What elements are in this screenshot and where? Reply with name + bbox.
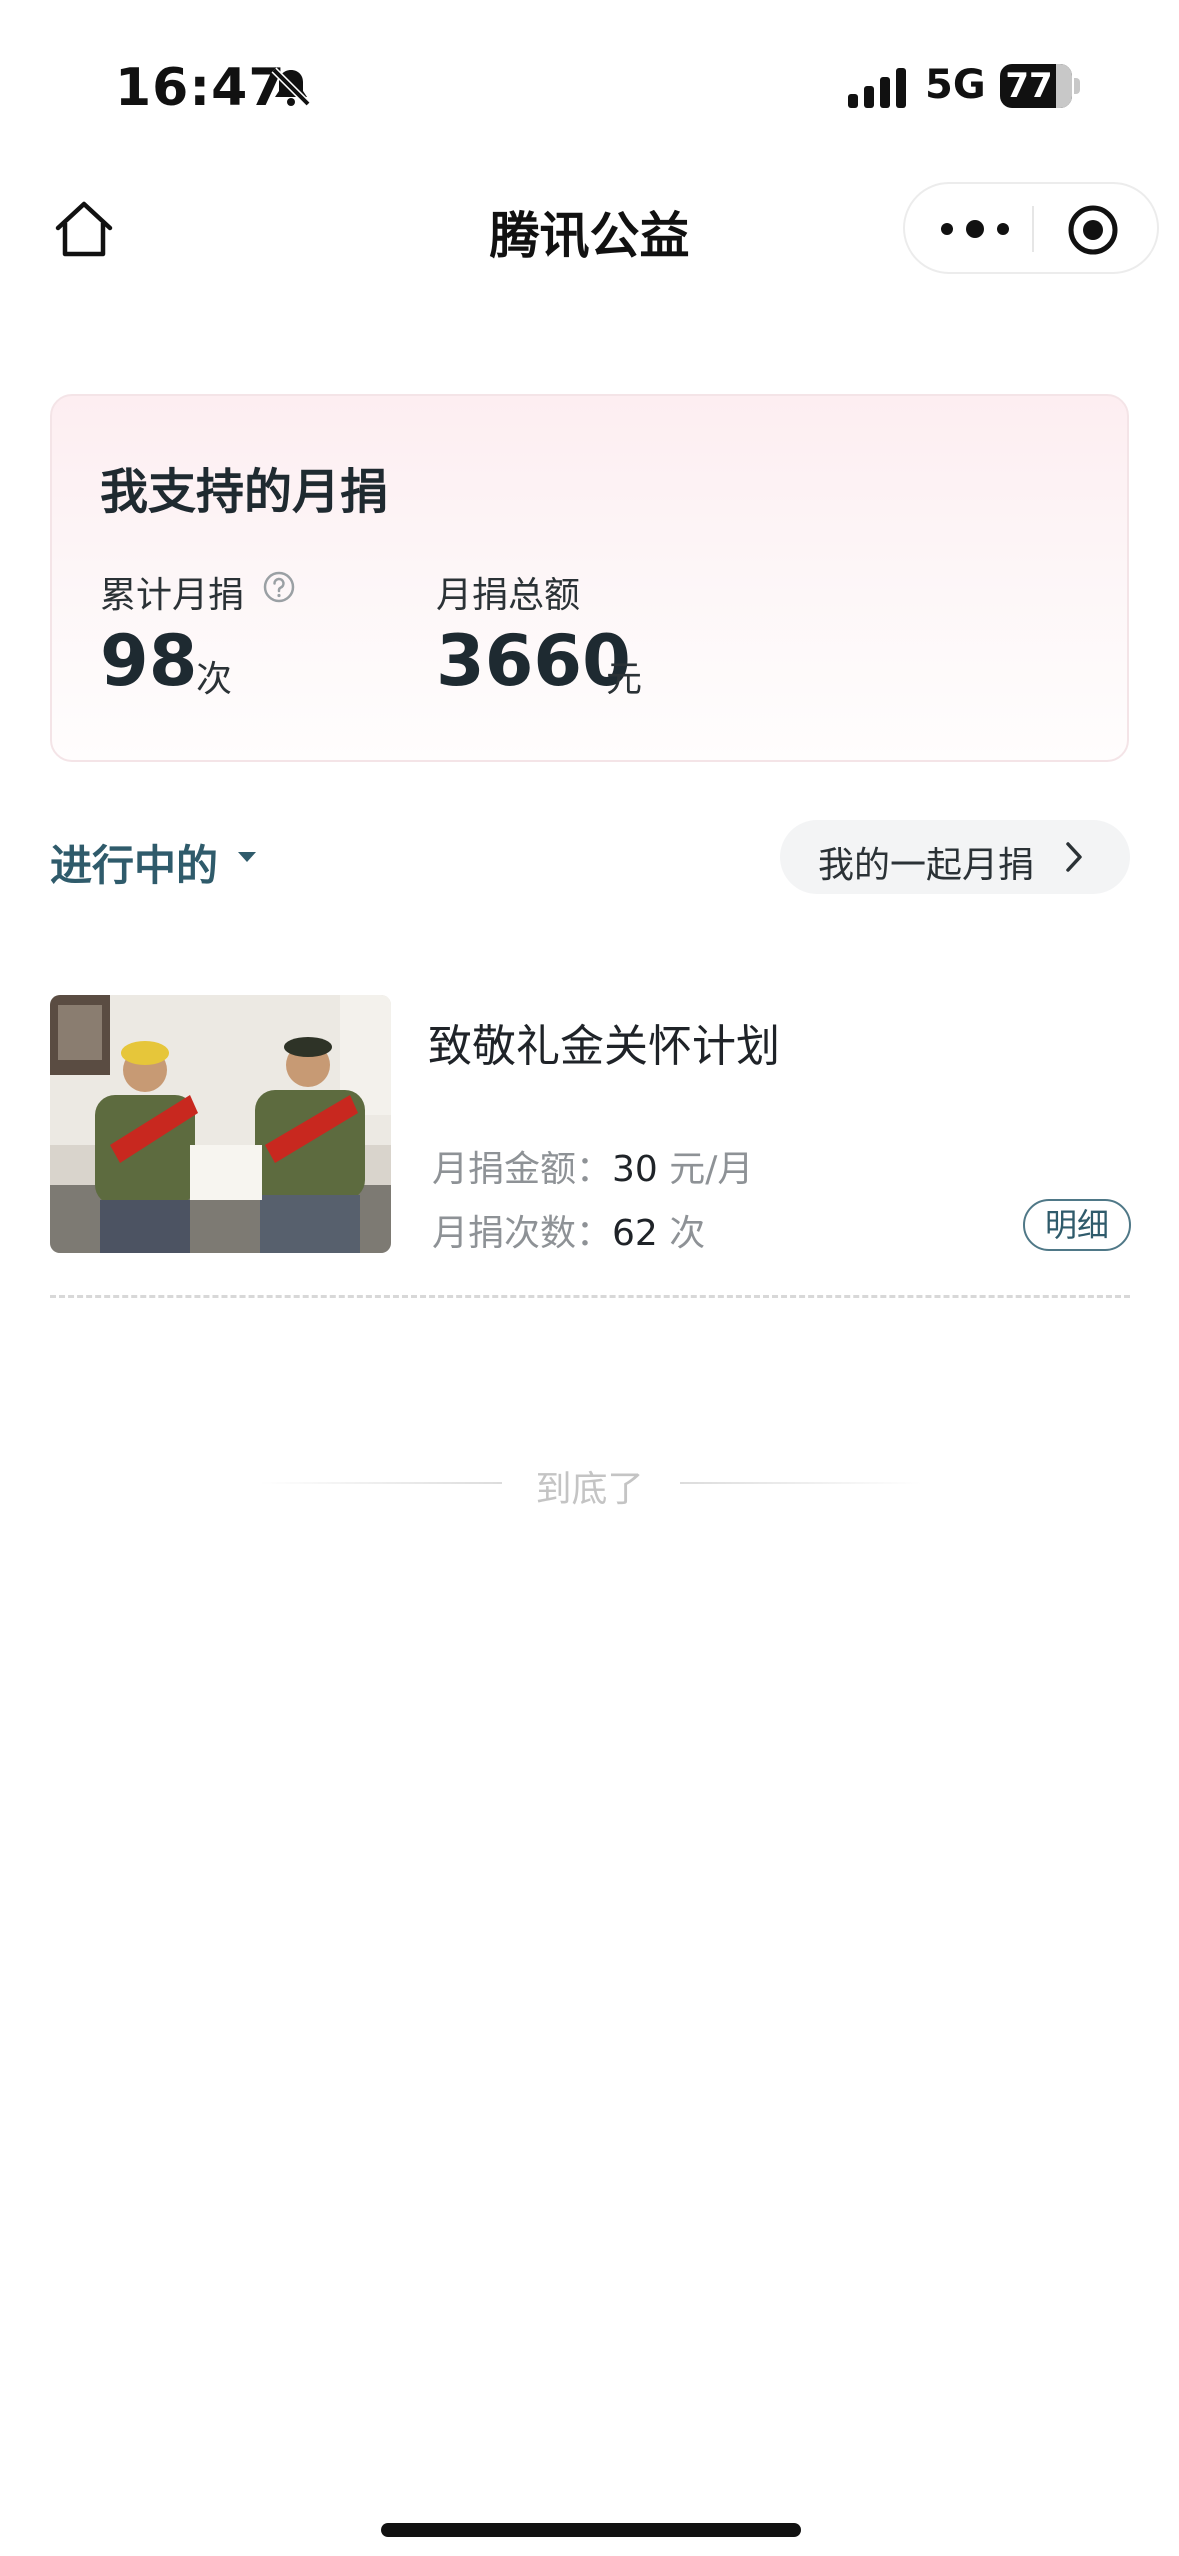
monthly-amount-label: 月捐金额： xyxy=(432,1149,613,1190)
bell-muted-icon xyxy=(271,67,311,107)
chevron-right-icon xyxy=(1066,842,1082,872)
status-filter-dropdown[interactable]: 进行中的 xyxy=(50,832,218,893)
item-divider xyxy=(50,1295,1130,1298)
monthly-amount-unit: 元/月 xyxy=(669,1149,754,1190)
project-thumbnail-image[interactable] xyxy=(50,995,391,1253)
monthly-count-unit: 次 xyxy=(669,1213,706,1254)
cumulative-label: 累计月捐 xyxy=(100,575,245,616)
cumulative-value: 98 xyxy=(100,620,198,702)
monthly-count-label: 月捐次数： xyxy=(432,1213,613,1254)
caret-down-icon xyxy=(238,852,256,862)
detail-button[interactable]: 明细 xyxy=(1023,1199,1131,1251)
more-icon[interactable] xyxy=(935,214,1015,244)
network-type: 5G xyxy=(925,62,986,108)
together-donation-label: 我的一起月捐 xyxy=(818,845,1035,886)
end-divider-right xyxy=(680,1482,922,1484)
end-of-list-text: 到底了 xyxy=(535,1469,644,1510)
battery-icon: 77 xyxy=(1000,64,1080,108)
signal-icon xyxy=(848,68,906,108)
battery-level: 77 xyxy=(1005,66,1053,106)
project-title[interactable]: 致敬礼金关怀计划 xyxy=(428,1010,780,1074)
total-value: 3660 xyxy=(436,620,631,702)
total-unit: 元 xyxy=(606,659,643,700)
summary-title: 我支持的月捐 xyxy=(100,464,389,520)
mini-program-capsule xyxy=(903,182,1159,274)
home-indicator[interactable] xyxy=(381,2523,801,2537)
status-time: 16:47 xyxy=(115,58,286,118)
cumulative-unit: 次 xyxy=(196,659,233,700)
monthly-amount-row: 月捐金额：30 元/月 xyxy=(432,1140,753,1192)
total-label: 月捐总额 xyxy=(436,575,581,616)
help-icon[interactable] xyxy=(262,570,296,604)
close-target-icon[interactable] xyxy=(1065,202,1121,258)
monthly-count-value: 62 xyxy=(612,1213,658,1254)
monthly-count-row: 月捐次数：62 次 xyxy=(432,1204,705,1256)
monthly-amount-value: 30 xyxy=(612,1149,658,1190)
capsule-divider xyxy=(1032,206,1034,252)
